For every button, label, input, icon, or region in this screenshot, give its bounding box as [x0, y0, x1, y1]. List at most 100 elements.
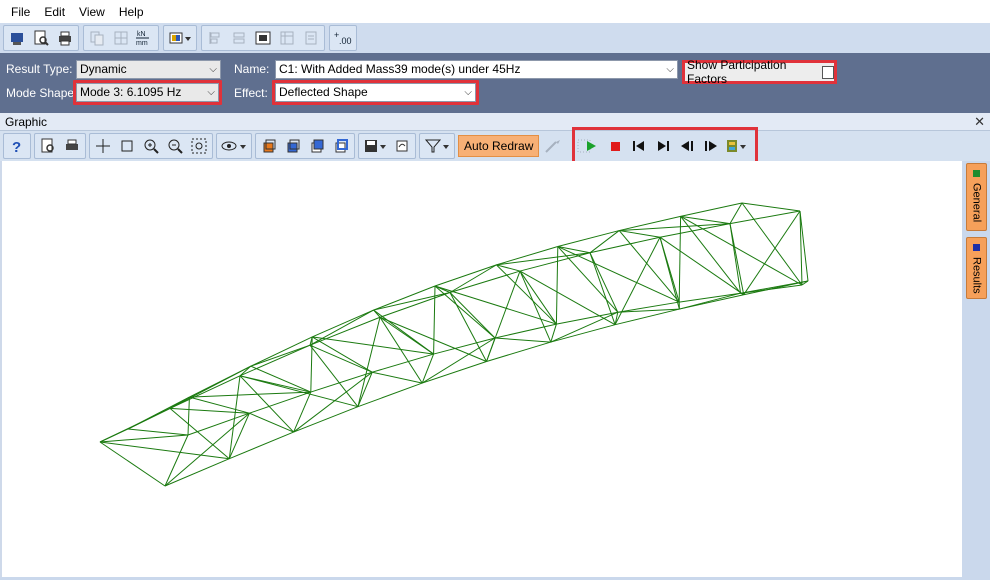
table-icon[interactable]	[276, 27, 298, 49]
truss-member	[421, 353, 435, 384]
chevron-down-icon: ⌵	[209, 64, 217, 75]
align-icon[interactable]	[204, 27, 226, 49]
participation-factors-checkbox[interactable]	[822, 65, 834, 79]
tab-results[interactable]: Results	[966, 237, 987, 299]
redraw-brush-icon[interactable]	[542, 135, 564, 157]
right-side-rail: General Results	[962, 161, 990, 580]
truss-member	[169, 407, 250, 414]
copy-icon[interactable]	[86, 27, 108, 49]
previous-frame-icon[interactable]	[676, 135, 698, 157]
print-icon[interactable]	[61, 135, 83, 157]
truss-member	[357, 317, 381, 407]
menu-help[interactable]: Help	[112, 3, 151, 21]
last-frame-icon[interactable]	[652, 135, 674, 157]
truss-member	[557, 246, 619, 313]
graphic-canvas[interactable]	[2, 161, 962, 577]
truss-member	[309, 344, 359, 408]
undo-view-icon[interactable]	[391, 135, 413, 157]
effect-select[interactable]: Deflected Shape ⌵	[275, 83, 476, 102]
help-icon[interactable]: ?	[6, 135, 28, 157]
truss-member	[589, 252, 619, 313]
participation-factors-toggle[interactable]: Show Participation Factors	[682, 58, 837, 86]
view-front-icon[interactable]	[282, 135, 304, 157]
truss-member	[311, 336, 373, 373]
color-scheme-icon[interactable]	[166, 27, 194, 49]
units-icon[interactable]: kN mm	[134, 27, 156, 49]
decimal-icon[interactable]: + .00	[332, 27, 354, 49]
view-side-icon[interactable]	[306, 135, 328, 157]
truss-member	[589, 252, 616, 325]
mode-shape-select[interactable]: Mode 3: 6.1095 Hz ⌵	[76, 83, 219, 102]
pan-icon[interactable]	[92, 135, 114, 157]
view-3d-icon[interactable]	[258, 135, 280, 157]
first-frame-icon[interactable]	[628, 135, 650, 157]
participation-factors-label: Show Participation Factors	[687, 58, 787, 86]
graphic-toolbar-group-filter	[419, 133, 455, 159]
svg-text:.00: .00	[339, 36, 352, 46]
save-icon[interactable]	[361, 135, 389, 157]
truss-member	[312, 336, 434, 355]
stop-icon[interactable]	[604, 135, 626, 157]
menu-edit[interactable]: Edit	[37, 3, 72, 21]
truss-member	[164, 458, 230, 487]
mode-shape-value: Mode 3: 6.1095 Hz	[80, 85, 182, 99]
close-icon[interactable]: ✕	[974, 114, 985, 130]
graphic-toolbar-group-save	[358, 133, 416, 159]
menu-view[interactable]: View	[72, 3, 112, 21]
truss-member	[486, 341, 551, 362]
zoom-in-icon[interactable]	[140, 135, 162, 157]
zoom-out-icon[interactable]	[164, 135, 186, 157]
graphic-toolbar-group-viewpoints	[255, 133, 355, 159]
truss-member	[249, 412, 294, 433]
print-preview-icon[interactable]	[30, 27, 52, 49]
eye-icon[interactable]	[219, 135, 249, 157]
align2-icon[interactable]	[228, 27, 250, 49]
film-settings-icon[interactable]	[724, 135, 750, 157]
truss-member	[743, 210, 801, 295]
zoom-window-icon[interactable]	[116, 135, 138, 157]
truss-member	[557, 246, 680, 303]
filter-icon[interactable]	[422, 135, 452, 157]
truss-member	[618, 230, 680, 303]
chevron-down-icon: ⌵	[666, 64, 674, 75]
truss-member	[494, 337, 551, 343]
auto-redraw-button[interactable]: Auto Redraw	[458, 135, 540, 157]
model-icon[interactable]	[6, 27, 28, 49]
print-preview-icon[interactable]	[37, 135, 59, 157]
truss-member	[309, 316, 381, 346]
toolbar-group-color	[163, 25, 197, 51]
menu-file[interactable]: File	[4, 3, 37, 21]
truss-member	[678, 216, 682, 303]
truss-member	[659, 236, 744, 296]
svg-text:mm: mm	[136, 40, 148, 47]
truss-member	[372, 371, 423, 384]
name-select[interactable]: C1: With Added Mass39 mode(s) under 45Hz…	[275, 60, 678, 79]
graphic-toolbar-group-view	[89, 133, 213, 159]
document-icon[interactable]	[300, 27, 322, 49]
zoom-extents-icon[interactable]	[188, 135, 210, 157]
truss-member	[250, 344, 311, 367]
menu-bar: File Edit View Help	[0, 0, 990, 23]
truss-member	[496, 246, 558, 266]
general-tab-icon	[973, 170, 980, 177]
svg-text:kN: kN	[137, 31, 146, 38]
view-top-icon[interactable]	[330, 135, 352, 157]
truss-member	[309, 309, 374, 346]
play-icon[interactable]	[580, 135, 602, 157]
next-frame-icon[interactable]	[700, 135, 722, 157]
print-icon[interactable]	[54, 27, 76, 49]
truss-member	[434, 285, 496, 339]
truss-member	[729, 223, 742, 294]
truss-member	[164, 434, 189, 487]
image-icon[interactable]	[252, 27, 274, 49]
truss-member	[357, 382, 423, 408]
truss-member	[379, 292, 451, 318]
truss-member	[169, 375, 241, 409]
result-type-select[interactable]: Dynamic ⌵	[76, 60, 221, 79]
tab-general[interactable]: General	[966, 163, 987, 231]
tab-results-label: Results	[970, 257, 983, 294]
truss-member	[496, 264, 557, 325]
grid-icon[interactable]	[110, 27, 132, 49]
truss-member	[433, 337, 496, 355]
truss-member	[372, 353, 434, 373]
